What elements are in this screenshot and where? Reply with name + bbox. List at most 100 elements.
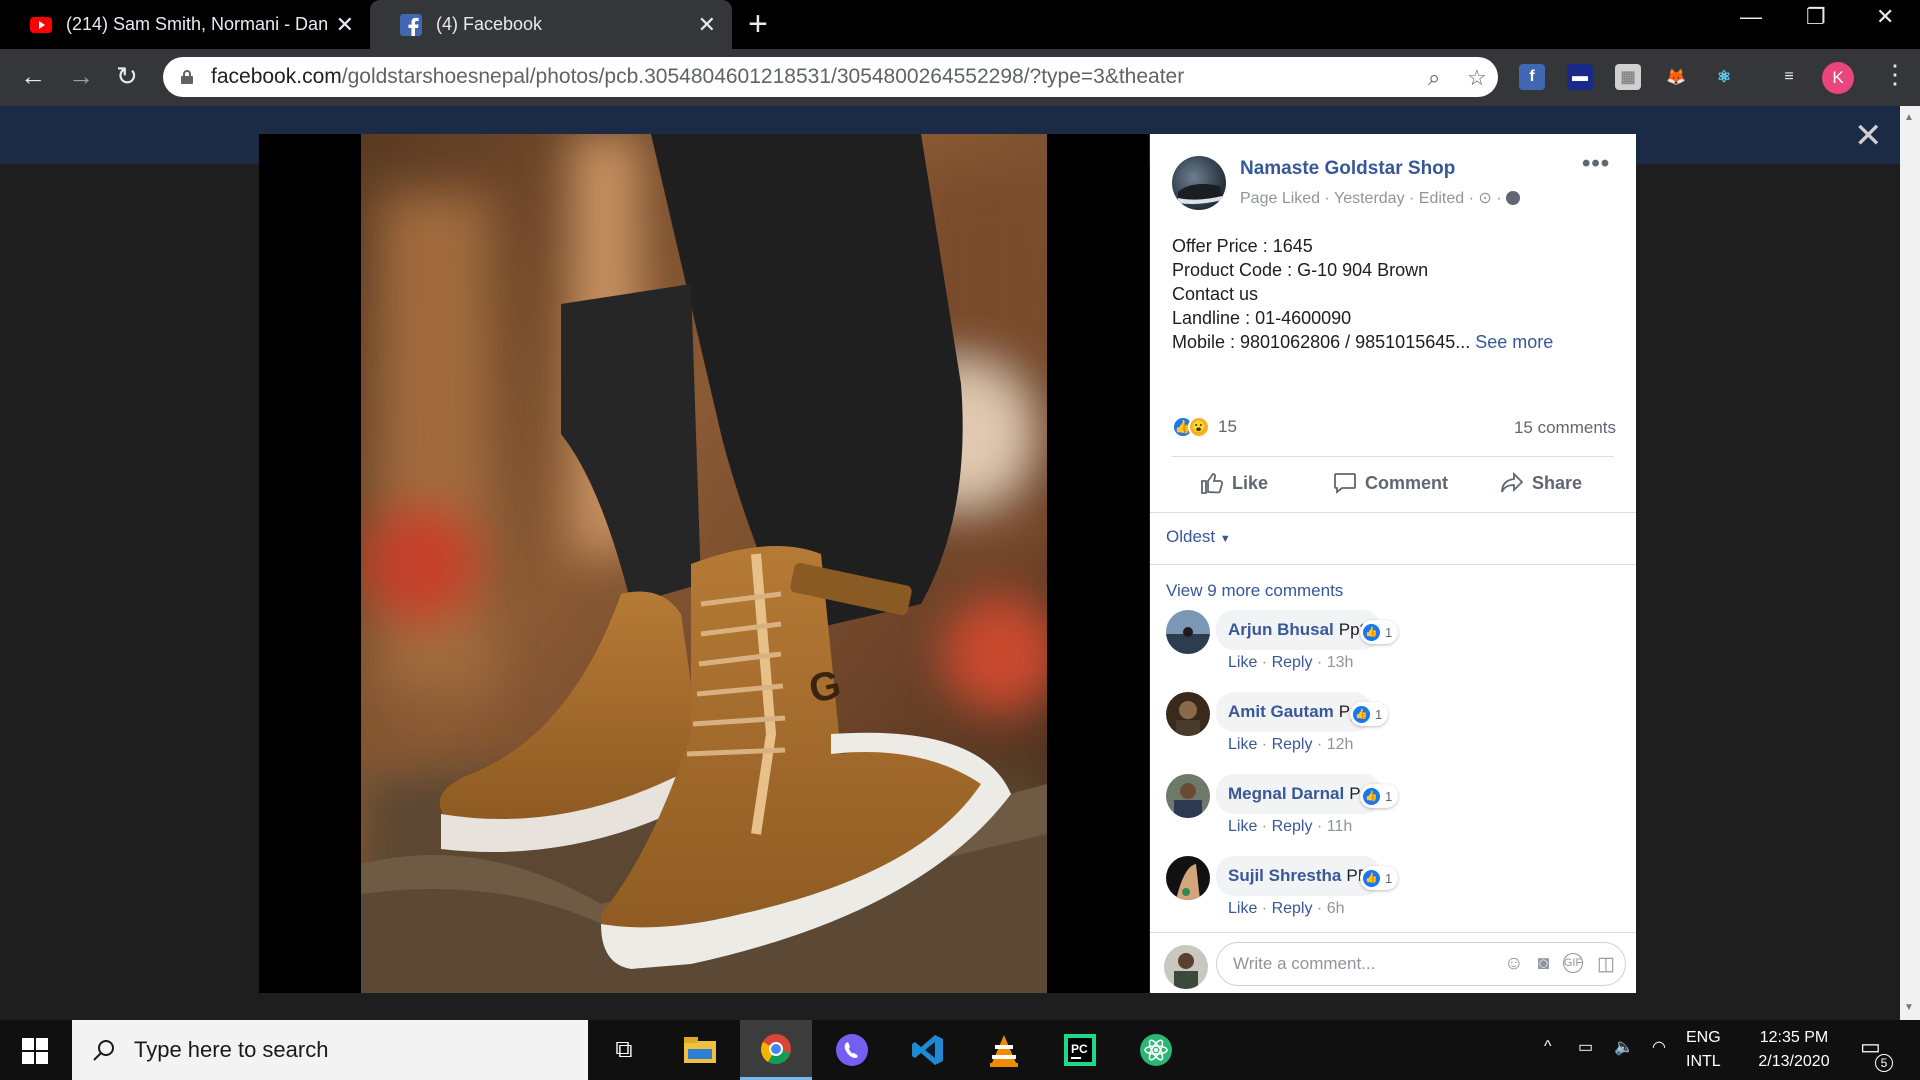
back-button[interactable]: ← bbox=[20, 61, 46, 91]
like-button[interactable]: Like bbox=[1200, 472, 1268, 494]
show-hidden-icons[interactable]: ^ bbox=[1544, 1038, 1552, 1056]
page-name-link[interactable]: Namaste Goldstar Shop bbox=[1240, 158, 1455, 180]
volume-icon[interactable]: 🔈 bbox=[1614, 1037, 1634, 1057]
metamask-extension-icon[interactable]: 🦊 bbox=[1663, 64, 1689, 90]
chrome-icon[interactable] bbox=[740, 1020, 812, 1080]
taskbar-search[interactable]: Type here to search bbox=[72, 1020, 588, 1080]
emoji-icon[interactable]: ☺ bbox=[1504, 953, 1523, 976]
comment-reply-link[interactable]: Reply bbox=[1272, 900, 1313, 917]
more-options-icon[interactable]: ••• bbox=[1582, 150, 1610, 178]
comment-time[interactable]: 6h bbox=[1327, 900, 1345, 917]
comment-like-link[interactable]: Like bbox=[1228, 736, 1257, 753]
comment-bubble: Arjun Bhusal Pp? bbox=[1216, 610, 1382, 650]
sticker-icon[interactable]: ◫ bbox=[1597, 953, 1615, 976]
pycharm-icon[interactable]: PC bbox=[1044, 1020, 1116, 1080]
page-scrollbar[interactable]: ▲ ▼ bbox=[1900, 106, 1920, 1020]
comment-count-link[interactable]: 15 comments bbox=[1514, 418, 1616, 438]
pocket-extension-icon[interactable]: ▬ bbox=[1567, 64, 1593, 90]
scroll-up-icon[interactable]: ▲ bbox=[1904, 112, 1914, 123]
react-devtools-icon[interactable]: ⚛ bbox=[1711, 64, 1737, 90]
media-control-icon[interactable]: ≡ bbox=[1776, 64, 1802, 90]
facebook-extension-icon[interactable]: f bbox=[1519, 64, 1545, 90]
avatar[interactable] bbox=[1166, 774, 1210, 818]
comment-time[interactable]: 11h bbox=[1327, 818, 1353, 835]
comment-like-link[interactable]: Like bbox=[1228, 654, 1257, 671]
tab-facebook[interactable]: (4) Facebook ✕ bbox=[370, 0, 732, 49]
tab-title: (214) Sam Smith, Normani - Dancing With … bbox=[66, 14, 328, 34]
composer-icons: ☺ ◙ GIF ◫ bbox=[1504, 953, 1615, 976]
see-more-link[interactable]: See more bbox=[1475, 332, 1553, 352]
close-icon[interactable]: ✕ bbox=[698, 12, 716, 38]
thumbs-up-icon bbox=[1201, 473, 1224, 494]
reaction-summary[interactable]: 👍 😮 15 bbox=[1172, 416, 1237, 438]
comment-like-link[interactable]: Like bbox=[1228, 900, 1257, 917]
input-language[interactable]: ENG INTL bbox=[1686, 1026, 1721, 1074]
restore-button[interactable]: ❐ bbox=[1806, 4, 1826, 30]
comment-like-badge[interactable]: 👍 1 bbox=[1350, 702, 1389, 726]
chrome-menu-icon[interactable]: ⋮ bbox=[1882, 59, 1908, 89]
comment-input[interactable]: Write a comment... ☺ ◙ GIF ◫ bbox=[1216, 942, 1626, 986]
reload-button[interactable]: ↻ bbox=[116, 61, 138, 91]
post-meta-text: Page Liked · Yesterday · Edited · ⊙ · bbox=[1240, 190, 1506, 207]
share-button[interactable]: Share bbox=[1500, 472, 1582, 494]
window-close-button[interactable]: ✕ bbox=[1876, 4, 1894, 30]
comment-input-placeholder: Write a comment... bbox=[1233, 954, 1376, 973]
new-tab-button[interactable]: + bbox=[748, 6, 768, 42]
comment-time[interactable]: 13h bbox=[1327, 654, 1354, 671]
comment-author[interactable]: Sujil Shrestha bbox=[1228, 866, 1341, 886]
post-line: Mobile : 9801062806 / 9851015645... bbox=[1172, 332, 1471, 352]
vscode-icon[interactable] bbox=[892, 1020, 964, 1080]
minimize-button[interactable]: — bbox=[1740, 4, 1762, 30]
divider bbox=[1172, 456, 1614, 457]
comment-author[interactable]: Arjun Bhusal bbox=[1228, 620, 1334, 640]
scroll-down-icon[interactable]: ▼ bbox=[1904, 1002, 1914, 1013]
caret-down-icon: ▼ bbox=[1219, 533, 1231, 545]
like-mini-icon: 👍 bbox=[1363, 787, 1380, 805]
comment-author[interactable]: Amit Gautam bbox=[1228, 702, 1334, 722]
comment-like-badge[interactable]: 👍 1 bbox=[1360, 784, 1399, 808]
comment-reply-link[interactable]: Reply bbox=[1272, 736, 1313, 753]
viber-icon[interactable] bbox=[816, 1020, 888, 1080]
comment-label: Comment bbox=[1365, 472, 1449, 493]
comment-like-badge[interactable]: 👍 1 bbox=[1360, 866, 1399, 890]
comment-like-badge[interactable]: 👍 1 bbox=[1360, 620, 1399, 644]
close-icon[interactable]: ✕ bbox=[336, 12, 354, 38]
bookmark-star-icon[interactable]: ☆ bbox=[1467, 65, 1487, 91]
clock-time: 12:35 PM bbox=[1759, 1029, 1829, 1046]
page-avatar[interactable] bbox=[1172, 156, 1226, 210]
vlc-icon[interactable] bbox=[968, 1020, 1040, 1080]
like-mini-icon: 👍 bbox=[1363, 623, 1380, 641]
comment-time[interactable]: 12h bbox=[1327, 736, 1354, 753]
product-photo[interactable]: G bbox=[361, 134, 1047, 993]
gif-icon[interactable]: GIF bbox=[1563, 953, 1584, 973]
forward-button[interactable]: → bbox=[68, 61, 94, 91]
wifi-icon[interactable]: ◠ bbox=[1652, 1037, 1666, 1057]
comment-author[interactable]: Megnal Darnal bbox=[1228, 784, 1344, 804]
windows-start-icon[interactable] bbox=[22, 1038, 48, 1064]
task-view-icon[interactable]: ⧉ bbox=[588, 1020, 660, 1080]
comment-actions: Like · Reply · 6h bbox=[1228, 900, 1345, 917]
atom-icon[interactable] bbox=[1120, 1020, 1192, 1080]
comment-reply-link[interactable]: Reply bbox=[1272, 654, 1313, 671]
camera-icon[interactable]: ◙ bbox=[1538, 953, 1549, 976]
avatar[interactable] bbox=[1166, 856, 1210, 900]
comment-sort-dropdown[interactable]: Oldest ▼ bbox=[1166, 527, 1231, 547]
view-more-comments-link[interactable]: View 9 more comments bbox=[1166, 581, 1343, 601]
comment-button[interactable]: Comment bbox=[1333, 472, 1448, 494]
battery-icon[interactable]: ▭ bbox=[1578, 1037, 1593, 1057]
extension-placeholder-icon[interactable]: ▦ bbox=[1615, 64, 1641, 90]
clock[interactable]: 12:35 PM 2/13/2020 bbox=[1744, 1026, 1844, 1074]
address-bar[interactable]: facebook.com/goldstarshoesnepal/photos/p… bbox=[163, 57, 1498, 97]
comment-icon bbox=[1334, 473, 1356, 494]
profile-avatar[interactable]: K bbox=[1822, 62, 1854, 94]
avatar[interactable] bbox=[1166, 692, 1210, 736]
theater-close-button[interactable]: ✕ bbox=[1854, 116, 1883, 156]
comment-like-link[interactable]: Like bbox=[1228, 818, 1257, 835]
tab-youtube[interactable]: (214) Sam Smith, Normani - Dancing With … bbox=[0, 0, 370, 49]
photo-stage: G bbox=[259, 134, 1149, 993]
zoom-icon[interactable]: ⌕ bbox=[1428, 65, 1440, 91]
comment-reply-link[interactable]: Reply bbox=[1272, 818, 1313, 835]
comment-item: Sujil Shrestha PP 👍 1 Like · Reply · 6h bbox=[1166, 856, 1626, 922]
avatar[interactable] bbox=[1166, 610, 1210, 654]
file-explorer-icon[interactable] bbox=[664, 1020, 736, 1080]
